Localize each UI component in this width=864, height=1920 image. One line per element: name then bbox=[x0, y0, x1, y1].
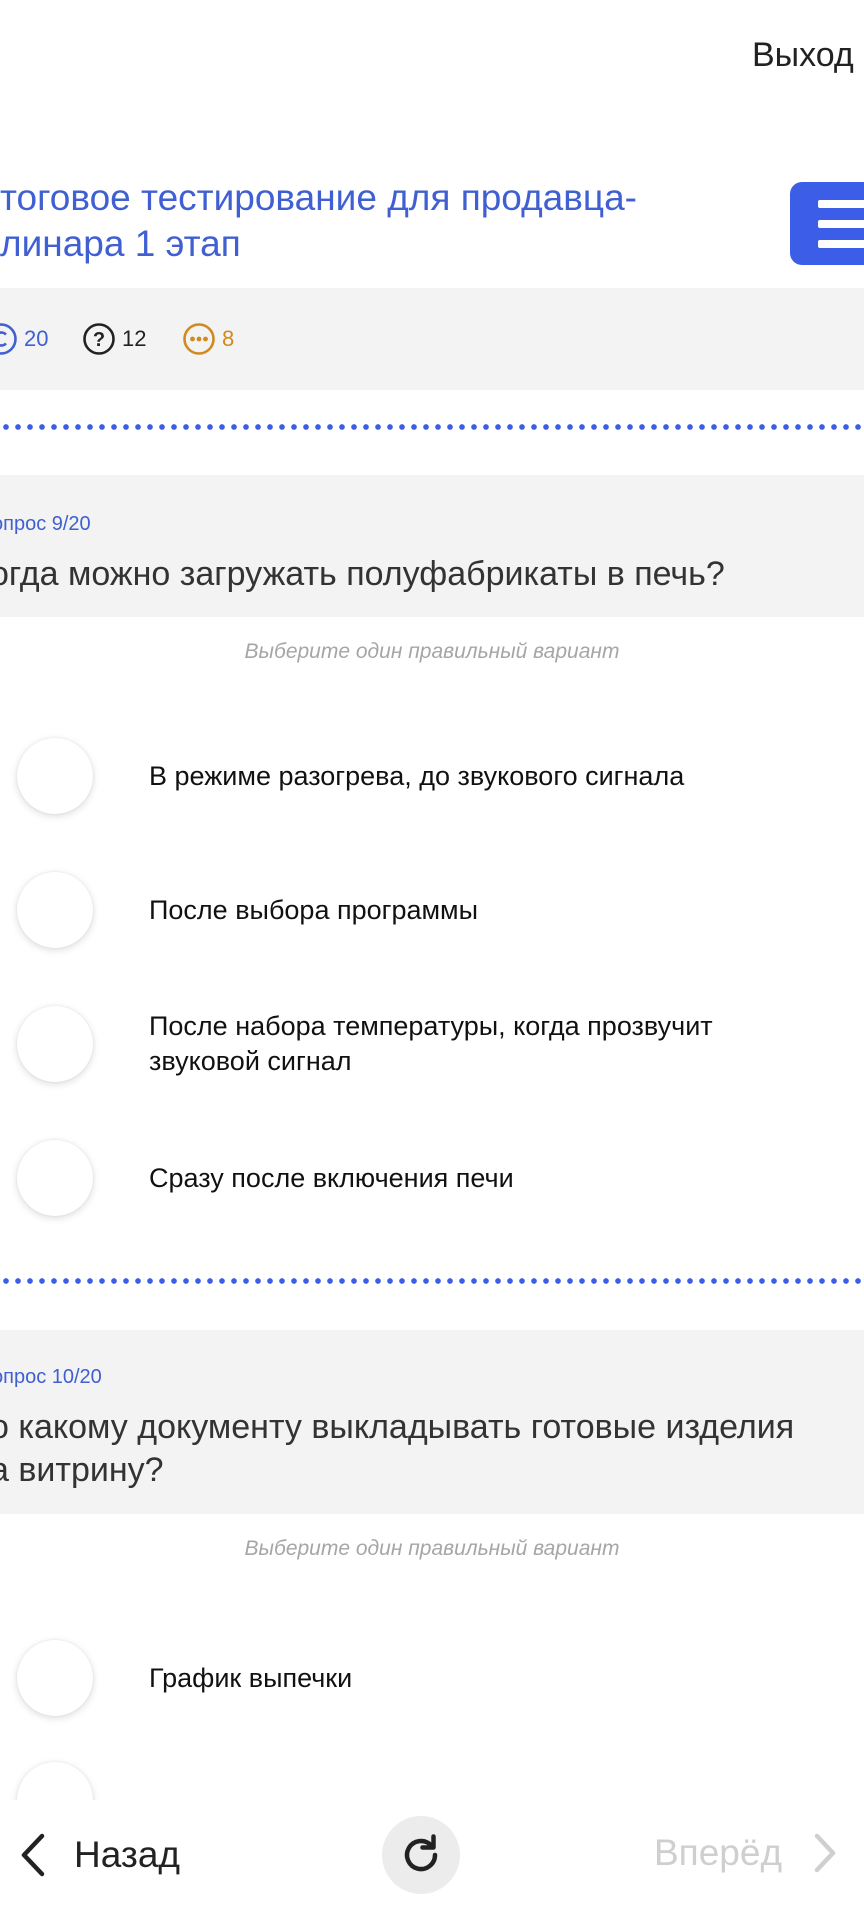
chevron-left-icon bbox=[21, 1833, 45, 1877]
answer-option-label[interactable]: График выпечки bbox=[149, 1661, 849, 1696]
answer-hint: Выберите один правильный вариант bbox=[244, 640, 620, 663]
stat-unanswered-value: 12 bbox=[122, 326, 147, 351]
copyright-circle-icon bbox=[0, 323, 17, 355]
chevron-right-icon bbox=[814, 1833, 836, 1873]
stats-bar: 20 ? 12 8 bbox=[0, 288, 864, 390]
forward-button[interactable]: Вперёд bbox=[654, 1832, 838, 1874]
question-number: опрос 10/20 bbox=[0, 1366, 102, 1388]
dotted-divider bbox=[0, 1277, 864, 1285]
answer-option-label[interactable]: В режиме разогрева, до звукового сигнала bbox=[149, 759, 849, 794]
back-button-label[interactable]: Назад bbox=[74, 1834, 180, 1876]
menu-button[interactable] bbox=[790, 182, 864, 265]
exit-link[interactable]: Выход bbox=[752, 36, 854, 75]
radio-button[interactable] bbox=[17, 738, 93, 814]
dotted-divider bbox=[0, 423, 864, 431]
stat-skipped: 8 bbox=[182, 322, 234, 356]
stat-unanswered: ? 12 bbox=[82, 322, 146, 356]
question-header: опрос 10/20 о какому документу выкладыва… bbox=[0, 1330, 864, 1514]
test-title: тоговое тестирование для продавца- линар… bbox=[0, 177, 637, 264]
stat-total-value: 20 bbox=[24, 326, 49, 351]
answer-option-label[interactable]: Сразу после включения печи bbox=[149, 1161, 849, 1196]
answer-option[interactable]: В режиме разогрева, до звукового сигнала bbox=[0, 731, 864, 821]
answer-option-label[interactable]: После выбора программы bbox=[149, 893, 849, 928]
reload-button[interactable] bbox=[382, 1816, 460, 1894]
question-text: огда можно загружать полуфабрикаты в печ… bbox=[0, 555, 725, 593]
question-circle-icon: ? bbox=[83, 323, 115, 355]
stat-total-questions: 20 bbox=[0, 322, 48, 356]
more-circle-icon bbox=[183, 323, 215, 355]
forward-button-label[interactable]: Вперёд bbox=[654, 1832, 782, 1874]
svg-text:?: ? bbox=[93, 329, 105, 351]
answer-option[interactable]: После набора температуры, когда прозвучи… bbox=[0, 999, 864, 1089]
radio-button[interactable] bbox=[17, 1640, 93, 1716]
answer-option[interactable]: График выпечки bbox=[0, 1633, 864, 1723]
question-number: опрос 9/20 bbox=[0, 513, 91, 535]
bottom-navigation: Назад Вперёд bbox=[0, 1800, 864, 1920]
answer-option[interactable]: Сразу после включения печи bbox=[0, 1133, 864, 1223]
question-text: о какому документу выкладывать готовые и… bbox=[0, 1408, 795, 1489]
question-header: опрос 9/20 огда можно загружать полуфабр… bbox=[0, 475, 864, 617]
answer-hint: Выберите один правильный вариант bbox=[244, 1537, 620, 1560]
stat-skipped-value: 8 bbox=[222, 326, 235, 351]
answer-option-label[interactable]: После набора температуры, когда прозвучи… bbox=[149, 1009, 849, 1079]
answer-option[interactable]: После выбора программы bbox=[0, 865, 864, 955]
refresh-icon bbox=[404, 1834, 438, 1872]
back-button[interactable]: Назад bbox=[18, 1832, 180, 1878]
radio-button[interactable] bbox=[17, 1140, 93, 1216]
radio-button[interactable] bbox=[17, 1006, 93, 1082]
radio-button[interactable] bbox=[17, 872, 93, 948]
test-page: Выход тоговое тестирование для продавца-… bbox=[0, 0, 864, 1920]
